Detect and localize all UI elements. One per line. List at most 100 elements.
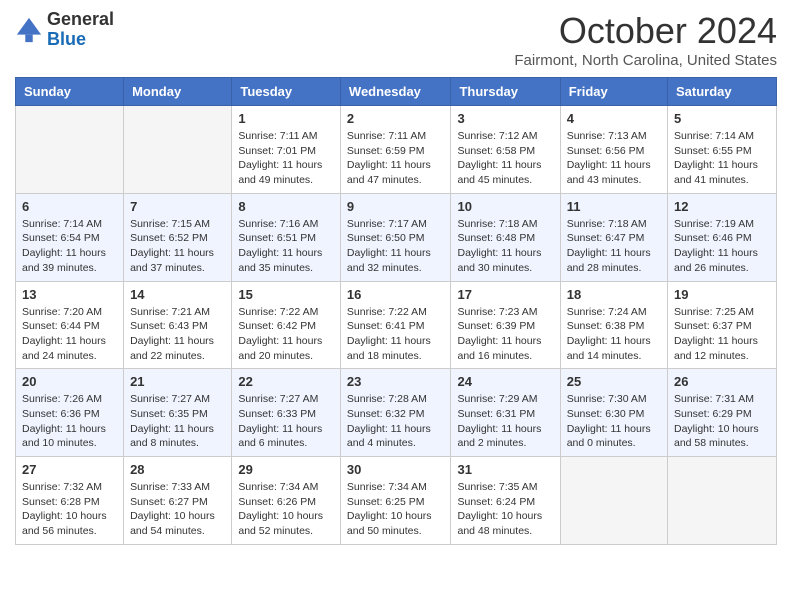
day-info: Sunrise: 7:23 AM Sunset: 6:39 PM Dayligh… bbox=[457, 305, 553, 364]
day-of-week-header: Sunday bbox=[16, 78, 124, 106]
day-number: 3 bbox=[457, 111, 553, 126]
day-info: Sunrise: 7:11 AM Sunset: 7:01 PM Dayligh… bbox=[238, 129, 334, 188]
day-info: Sunrise: 7:18 AM Sunset: 6:48 PM Dayligh… bbox=[457, 217, 553, 276]
day-of-week-header: Tuesday bbox=[232, 78, 341, 106]
day-number: 26 bbox=[674, 374, 770, 389]
calendar-day-cell: 1 Sunrise: 7:11 AM Sunset: 7:01 PM Daylig… bbox=[232, 106, 341, 194]
calendar-day-cell: 17 Sunrise: 7:23 AM Sunset: 6:39 PM Dayli… bbox=[451, 281, 560, 369]
day-of-week-header: Friday bbox=[560, 78, 667, 106]
calendar-day-cell: 10 Sunrise: 7:18 AM Sunset: 6:48 PM Dayli… bbox=[451, 193, 560, 281]
day-number: 7 bbox=[130, 199, 225, 214]
day-number: 8 bbox=[238, 199, 334, 214]
logo-icon bbox=[15, 16, 43, 44]
day-of-week-header: Thursday bbox=[451, 78, 560, 106]
location: Fairmont, North Carolina, United States bbox=[514, 52, 777, 69]
calendar-day-cell: 24 Sunrise: 7:29 AM Sunset: 6:31 PM Dayli… bbox=[451, 369, 560, 457]
day-info: Sunrise: 7:35 AM Sunset: 6:24 PM Dayligh… bbox=[457, 480, 553, 539]
calendar-day-cell: 26 Sunrise: 7:31 AM Sunset: 6:29 PM Dayli… bbox=[668, 369, 777, 457]
day-info: Sunrise: 7:20 AM Sunset: 6:44 PM Dayligh… bbox=[22, 305, 117, 364]
calendar-day-cell: 14Sunrise: 7:21 AM Sunset: 6:43 PM Dayli… bbox=[124, 281, 232, 369]
calendar-day-cell: 2Sunrise: 7:11 AM Sunset: 6:59 PM Daylig… bbox=[340, 106, 451, 194]
day-info: Sunrise: 7:14 AM Sunset: 6:55 PM Dayligh… bbox=[674, 129, 770, 188]
day-number: 11 bbox=[567, 199, 661, 214]
calendar-day-cell: 18Sunrise: 7:24 AM Sunset: 6:38 PM Dayli… bbox=[560, 281, 667, 369]
title-block: October 2024 Fairmont, North Carolina, U… bbox=[514, 10, 777, 69]
day-info: Sunrise: 7:31 AM Sunset: 6:29 PM Dayligh… bbox=[674, 392, 770, 451]
day-number: 23 bbox=[347, 374, 445, 389]
day-number: 1 bbox=[238, 111, 334, 126]
day-number: 13 bbox=[22, 287, 117, 302]
calendar-week-row: 20Sunrise: 7:26 AM Sunset: 6:36 PM Dayli… bbox=[16, 369, 777, 457]
day-of-week-header: Monday bbox=[124, 78, 232, 106]
day-info: Sunrise: 7:29 AM Sunset: 6:31 PM Dayligh… bbox=[457, 392, 553, 451]
day-number: 24 bbox=[457, 374, 553, 389]
calendar-day-cell: 25 Sunrise: 7:30 AM Sunset: 6:30 PM Dayli… bbox=[560, 369, 667, 457]
day-info: Sunrise: 7:30 AM Sunset: 6:30 PM Dayligh… bbox=[567, 392, 661, 451]
logo-text: General Blue bbox=[47, 10, 114, 50]
day-number: 4 bbox=[567, 111, 661, 126]
day-info: Sunrise: 7:26 AM Sunset: 6:36 PM Dayligh… bbox=[22, 392, 117, 451]
day-info: Sunrise: 7:34 AM Sunset: 6:25 PM Dayligh… bbox=[347, 480, 445, 539]
calendar-day-cell: 6 Sunrise: 7:14 AM Sunset: 6:54 PM Daylig… bbox=[16, 193, 124, 281]
calendar-day-cell: 16Sunrise: 7:22 AM Sunset: 6:41 PM Dayli… bbox=[340, 281, 451, 369]
calendar-day-cell: 20Sunrise: 7:26 AM Sunset: 6:36 PM Dayli… bbox=[16, 369, 124, 457]
calendar-day-cell bbox=[16, 106, 124, 194]
calendar-day-cell bbox=[668, 457, 777, 545]
day-info: Sunrise: 7:15 AM Sunset: 6:52 PM Dayligh… bbox=[130, 217, 225, 276]
calendar-day-cell: 22Sunrise: 7:27 AM Sunset: 6:33 PM Dayli… bbox=[232, 369, 341, 457]
calendar-day-cell: 31Sunrise: 7:35 AM Sunset: 6:24 PM Dayli… bbox=[451, 457, 560, 545]
calendar-day-cell: 27 Sunrise: 7:32 AM Sunset: 6:28 PM Dayli… bbox=[16, 457, 124, 545]
day-info: Sunrise: 7:18 AM Sunset: 6:47 PM Dayligh… bbox=[567, 217, 661, 276]
day-number: 21 bbox=[130, 374, 225, 389]
day-of-week-header: Saturday bbox=[668, 78, 777, 106]
calendar-day-cell: 4 Sunrise: 7:13 AM Sunset: 6:56 PM Daylig… bbox=[560, 106, 667, 194]
day-info: Sunrise: 7:25 AM Sunset: 6:37 PM Dayligh… bbox=[674, 305, 770, 364]
day-info: Sunrise: 7:22 AM Sunset: 6:42 PM Dayligh… bbox=[238, 305, 334, 364]
calendar-day-cell: 7 Sunrise: 7:15 AM Sunset: 6:52 PM Daylig… bbox=[124, 193, 232, 281]
day-number: 27 bbox=[22, 462, 117, 477]
day-number: 29 bbox=[238, 462, 334, 477]
day-number: 10 bbox=[457, 199, 553, 214]
calendar-day-cell: 15 Sunrise: 7:22 AM Sunset: 6:42 PM Dayli… bbox=[232, 281, 341, 369]
calendar-week-row: 1 Sunrise: 7:11 AM Sunset: 7:01 PM Daylig… bbox=[16, 106, 777, 194]
day-number: 16 bbox=[347, 287, 445, 302]
day-number: 6 bbox=[22, 199, 117, 214]
day-info: Sunrise: 7:16 AM Sunset: 6:51 PM Dayligh… bbox=[238, 217, 334, 276]
day-info: Sunrise: 7:27 AM Sunset: 6:35 PM Dayligh… bbox=[130, 392, 225, 451]
day-info: Sunrise: 7:14 AM Sunset: 6:54 PM Dayligh… bbox=[22, 217, 117, 276]
month-title: October 2024 bbox=[514, 10, 777, 52]
calendar-day-cell: 13 Sunrise: 7:20 AM Sunset: 6:44 PM Dayli… bbox=[16, 281, 124, 369]
day-info: Sunrise: 7:13 AM Sunset: 6:56 PM Dayligh… bbox=[567, 129, 661, 188]
calendar-day-cell: 5 Sunrise: 7:14 AM Sunset: 6:55 PM Daylig… bbox=[668, 106, 777, 194]
day-of-week-header: Wednesday bbox=[340, 78, 451, 106]
day-info: Sunrise: 7:12 AM Sunset: 6:58 PM Dayligh… bbox=[457, 129, 553, 188]
day-number: 30 bbox=[347, 462, 445, 477]
calendar-day-cell: 23 Sunrise: 7:28 AM Sunset: 6:32 PM Dayli… bbox=[340, 369, 451, 457]
calendar-day-cell: 8 Sunrise: 7:16 AM Sunset: 6:51 PM Daylig… bbox=[232, 193, 341, 281]
calendar-day-cell bbox=[560, 457, 667, 545]
calendar-day-cell: 12 Sunrise: 7:19 AM Sunset: 6:46 PM Dayli… bbox=[668, 193, 777, 281]
day-number: 18 bbox=[567, 287, 661, 302]
day-number: 25 bbox=[567, 374, 661, 389]
page-header: General Blue October 2024 Fairmont, Nort… bbox=[15, 10, 777, 69]
day-number: 17 bbox=[457, 287, 553, 302]
calendar-day-cell: 30 Sunrise: 7:34 AM Sunset: 6:25 PM Dayli… bbox=[340, 457, 451, 545]
day-number: 5 bbox=[674, 111, 770, 126]
calendar-day-cell bbox=[124, 106, 232, 194]
calendar-day-cell: 28Sunrise: 7:33 AM Sunset: 6:27 PM Dayli… bbox=[124, 457, 232, 545]
day-number: 22 bbox=[238, 374, 334, 389]
day-info: Sunrise: 7:28 AM Sunset: 6:32 PM Dayligh… bbox=[347, 392, 445, 451]
day-number: 19 bbox=[674, 287, 770, 302]
day-number: 15 bbox=[238, 287, 334, 302]
calendar-day-cell: 3 Sunrise: 7:12 AM Sunset: 6:58 PM Daylig… bbox=[451, 106, 560, 194]
day-info: Sunrise: 7:21 AM Sunset: 6:43 PM Dayligh… bbox=[130, 305, 225, 364]
calendar-header-row: SundayMondayTuesdayWednesdayThursdayFrid… bbox=[16, 78, 777, 106]
day-info: Sunrise: 7:19 AM Sunset: 6:46 PM Dayligh… bbox=[674, 217, 770, 276]
day-number: 12 bbox=[674, 199, 770, 214]
day-number: 2 bbox=[347, 111, 445, 126]
day-info: Sunrise: 7:32 AM Sunset: 6:28 PM Dayligh… bbox=[22, 480, 117, 539]
calendar-week-row: 6 Sunrise: 7:14 AM Sunset: 6:54 PM Daylig… bbox=[16, 193, 777, 281]
day-number: 9 bbox=[347, 199, 445, 214]
calendar-day-cell: 19 Sunrise: 7:25 AM Sunset: 6:37 PM Dayli… bbox=[668, 281, 777, 369]
logo: General Blue bbox=[15, 10, 114, 50]
